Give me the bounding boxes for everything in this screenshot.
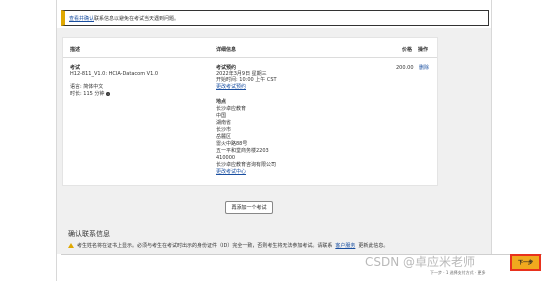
location-label: 地点 bbox=[216, 99, 227, 105]
next-button[interactable]: 下一步 bbox=[510, 254, 541, 271]
customer-service-link[interactable]: 客户服务 bbox=[335, 242, 355, 249]
add-exam-button[interactable]: 再添加一个考试 bbox=[225, 201, 273, 214]
location-line-1: 长沙卓应教育 bbox=[216, 106, 247, 112]
appointment-time: 开始时间: 10:00 上午 CST bbox=[216, 77, 277, 83]
location-line-6: 雷火中路88号 bbox=[216, 141, 248, 147]
exam-duration-row: 时长: 115 分钟 i bbox=[70, 91, 111, 98]
location-line-9: 长沙卓应教育咨询有限公司 bbox=[216, 162, 277, 168]
contact-section-title: 确认联系信息 bbox=[68, 230, 110, 238]
location-line-2: 中国 bbox=[216, 113, 227, 119]
col-header-actions: 操作 bbox=[418, 47, 429, 53]
location-line-4: 长沙市 bbox=[216, 127, 232, 133]
exam-name: H12-811_V1.0: HCIA-Datacom V1.0 bbox=[70, 71, 159, 77]
panel-divider-right bbox=[491, 0, 492, 281]
change-center-link[interactable]: 更改考试中心 bbox=[216, 169, 246, 176]
info-icon[interactable]: i bbox=[106, 91, 111, 96]
cart-card: 描述 详细信息 价格 操作 考试 H12-811_V1.0: HCIA-Data… bbox=[62, 37, 438, 186]
warning-icon bbox=[68, 243, 74, 248]
review-contact-link[interactable]: 查看并确认 bbox=[69, 15, 94, 22]
notice-text: 联系信息以避免在考试当天遇到问题。 bbox=[94, 15, 180, 22]
footer-hint: 下一步 · 1 选择支付方式 · 更多 bbox=[430, 270, 486, 275]
contact-warning: 考生姓名将在证书上显示。必须与考生在考试时出示的身份证件（ID）完全一致，否则考… bbox=[68, 242, 388, 249]
location-line-5: 岳麓区 bbox=[216, 134, 232, 140]
location-line-3: 湖南省 bbox=[216, 120, 232, 126]
location-line-8: 410000 bbox=[216, 155, 236, 161]
location-line-7: 五一平和堂商务楼2203 bbox=[216, 148, 269, 154]
change-appointment-link[interactable]: 更改考试预约 bbox=[216, 84, 246, 91]
col-header-price: 价格 bbox=[402, 47, 413, 53]
left-gutter bbox=[0, 0, 61, 281]
col-header-description: 描述 bbox=[70, 47, 81, 53]
exam-duration: 时长: 115 分钟 bbox=[70, 91, 105, 97]
contact-warning-tail: 更新此信息。 bbox=[358, 243, 389, 249]
exam-language: 语言: 简体中文 bbox=[70, 84, 104, 90]
contact-warning-text: 考生姓名将在证书上显示。必须与考生在考试时出示的身份证件（ID）完全一致，否则考… bbox=[77, 243, 333, 249]
right-gutter bbox=[542, 0, 550, 281]
delete-link[interactable]: 删除 bbox=[419, 65, 429, 72]
item-price: 200.00 bbox=[396, 65, 414, 71]
notice-bar: 查看并确认 联系信息以避免在考试当天遇到问题。 bbox=[61, 10, 489, 26]
header-divider bbox=[63, 57, 437, 58]
col-header-details: 详细信息 bbox=[216, 47, 237, 53]
watermark: CSDN @卓应米老师 bbox=[365, 255, 476, 269]
